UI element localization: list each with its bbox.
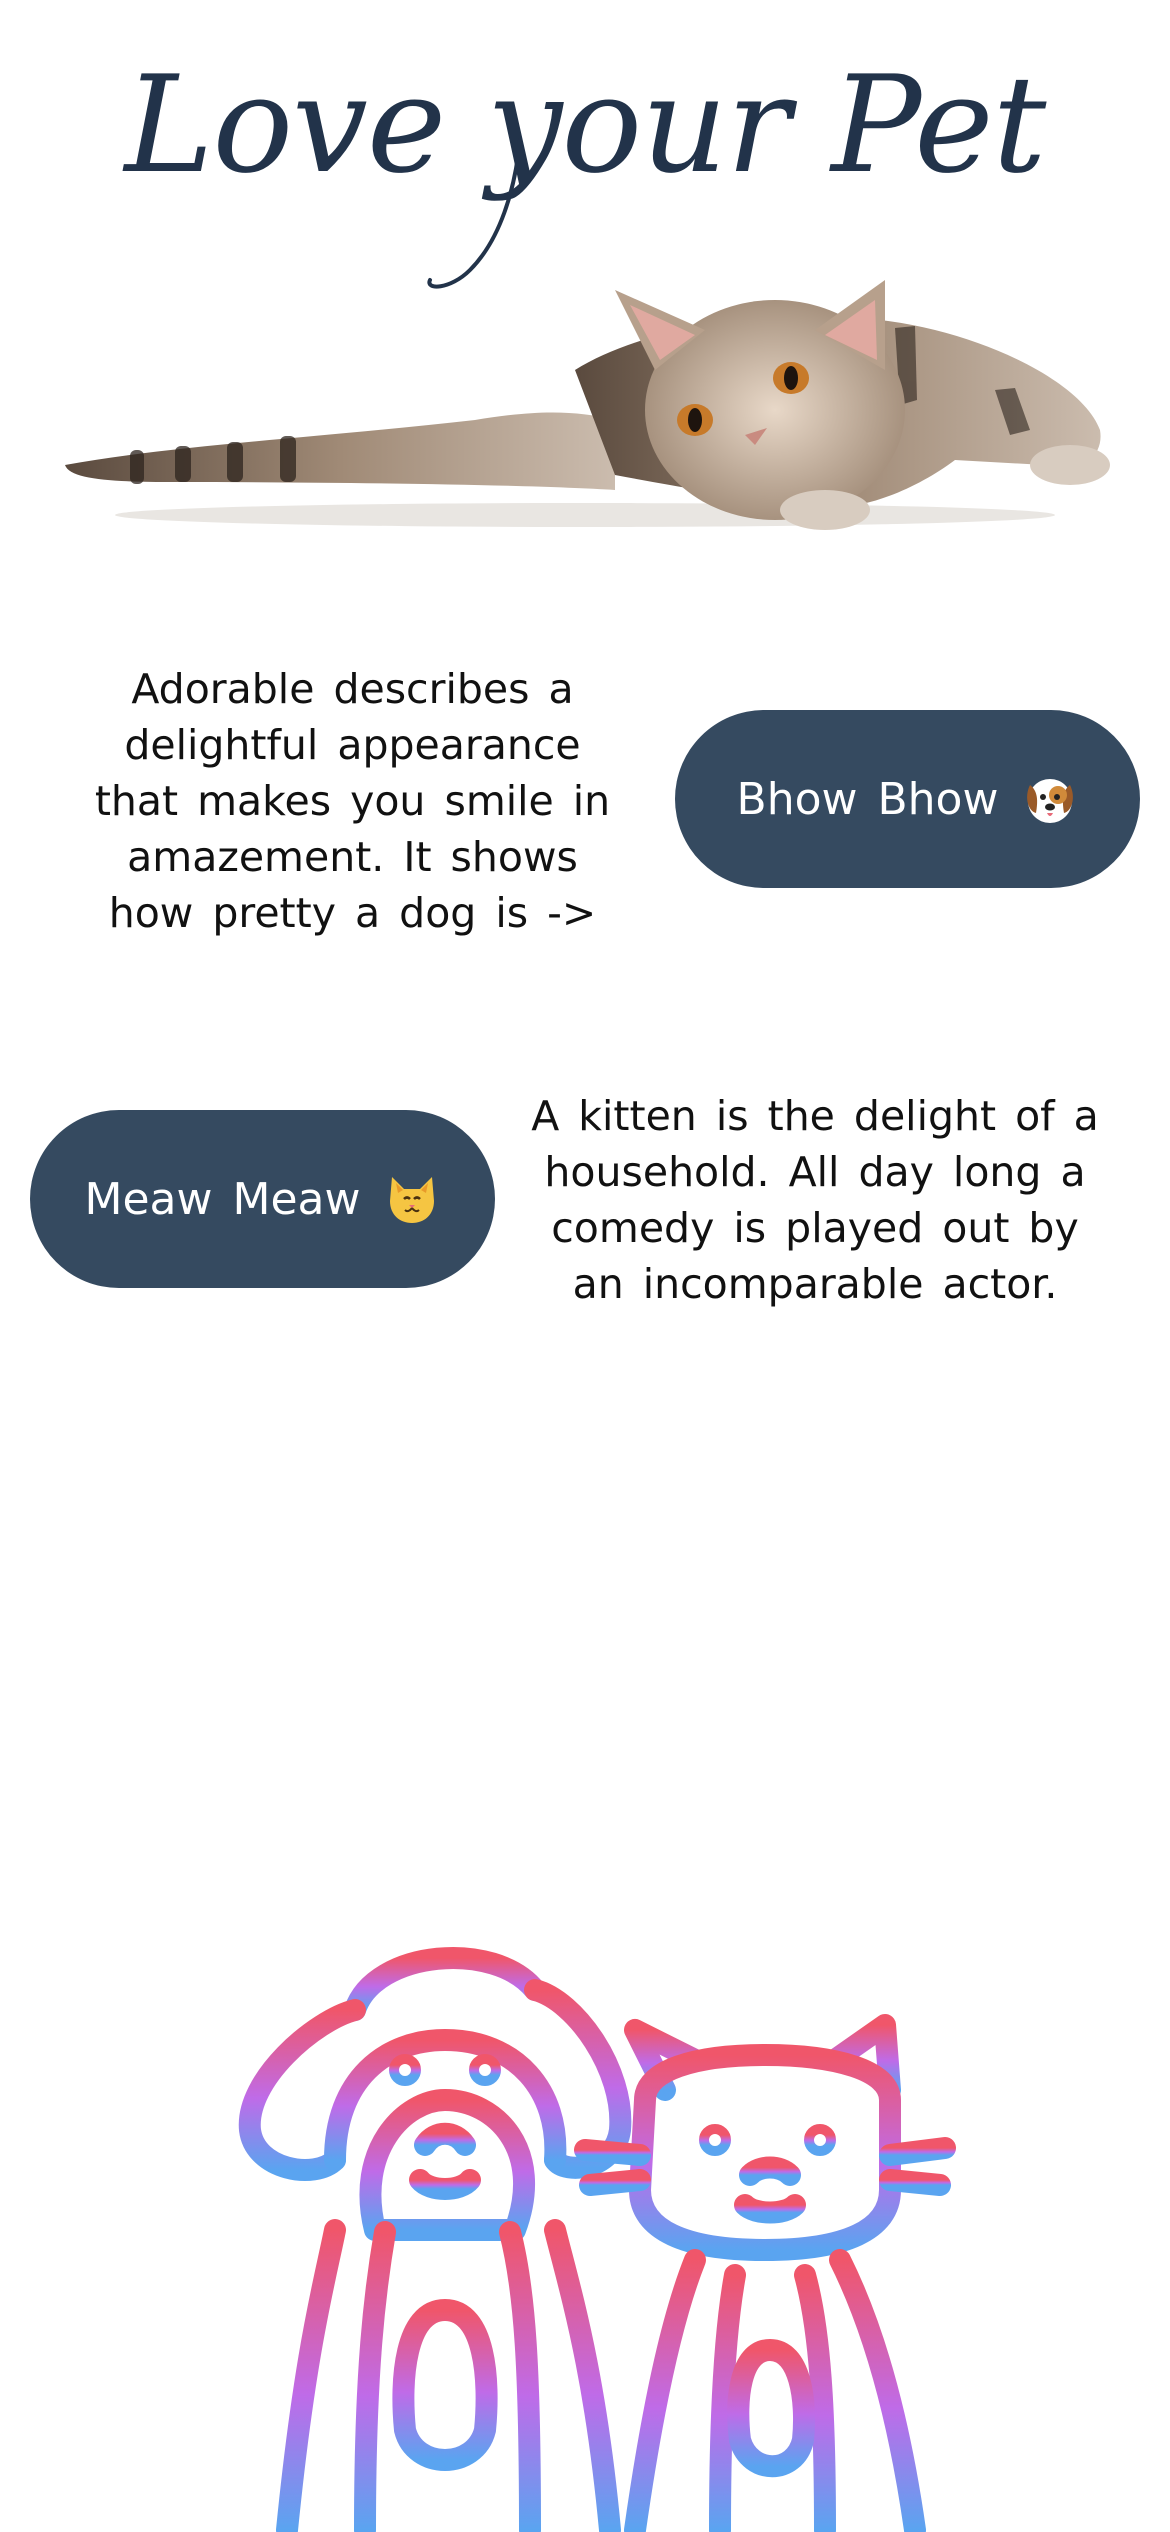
dog-and-cat-illustration <box>238 1946 956 2532</box>
dog-face-icon <box>1022 771 1078 827</box>
bhow-bhow-button[interactable]: Bhow Bhow <box>675 710 1140 888</box>
cat-face-icon <box>384 1171 440 1227</box>
bhow-bhow-button-label: Bhow Bhow <box>736 773 999 825</box>
dog-description: Adorable describes a delightful appearan… <box>94 665 611 937</box>
meaw-meaw-button-label: Meaw Meaw <box>84 1173 361 1225</box>
dog-outline-icon <box>238 1946 632 2532</box>
cat-description: A kitten is the delight of a household. … <box>531 1092 1099 1308</box>
hero-cat-image <box>65 280 1110 530</box>
cat-outline-icon <box>574 2014 956 2532</box>
meaw-meaw-button[interactable]: Meaw Meaw <box>30 1110 495 1288</box>
page-title: Love your Pet <box>124 47 1047 203</box>
